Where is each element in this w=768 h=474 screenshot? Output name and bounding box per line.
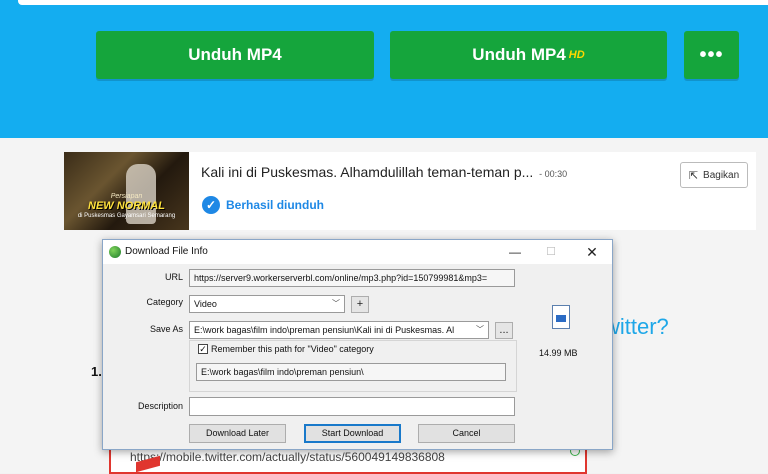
video-result-card: Persiapan NEW NORMAL di Puskesmas Gayams… [64,152,756,230]
check-circle-icon: ✓ [202,196,220,214]
step-number: 1. [91,364,102,379]
cancel-button[interactable]: Cancel [418,424,515,443]
description-field[interactable] [189,397,515,416]
dialog-title: Download File Info [125,246,208,257]
save-as-label: Save As [149,324,183,334]
dialog-title-bar[interactable]: Download File Info — ☐ ✕ [103,240,612,264]
maximize-button[interactable]: ☐ [536,243,566,261]
browse-button[interactable]: ... [495,322,513,339]
thumbnail-caption-3: di Puskesmas Gayamsari Semarang [77,213,176,219]
download-later-button[interactable]: Download Later [189,424,286,443]
download-mp4-button[interactable]: Unduh MP4 [96,31,374,79]
input-bar-edge [18,0,768,5]
share-icon: ⇱ [688,169,699,182]
hd-badge: HD [568,49,585,61]
video-title-text: Kali ini di Puskesmas. Alhamdulillah tem… [201,164,534,180]
download-mp4-hd-button[interactable]: Unduh MP4 HD [390,31,667,79]
category-label: Category [146,297,183,307]
share-button[interactable]: ⇱ Bagikan [680,162,748,188]
idm-globe-icon [109,246,121,258]
minimize-button[interactable]: — [500,243,530,261]
category-select[interactable]: Video ﹀ [189,295,345,313]
remember-path-field: E:\work bagas\film indo\preman pensiun\ [196,363,506,381]
remember-path-label: Remember this path for "Video" category [211,344,374,354]
thumbnail-caption-2: NEW NORMAL [88,200,165,212]
url-label: URL [164,272,183,282]
download-mp4-hd-label: Unduh MP4 [472,45,566,64]
thumbnail-caption-1: Persiapan [110,193,143,200]
save-as-field[interactable]: E:\work bagas\film indo\preman pensiun\K… [189,321,489,339]
download-status: ✓ Berhasil diunduh [202,196,324,214]
chevron-down-icon: ﹀ [332,299,340,308]
share-label: Bagikan [703,169,740,181]
file-size: 14.99 MB [539,348,578,358]
hero-band: Unduh MP4 Unduh MP4 HD ••• [0,0,768,138]
twitter-heading-fragment: witter? [604,314,669,339]
save-as-value: E:\work bagas\film indo\preman pensiun\K… [194,325,455,335]
more-icon: ••• [699,43,724,66]
chevron-down-icon: ﹀ [476,325,484,334]
download-status-text: Berhasil diunduh [226,198,325,212]
start-download-button[interactable]: Start Download [304,424,401,443]
remember-path-checkbox[interactable]: ✓ [198,344,208,354]
download-file-info-dialog: Download File Info — ☐ ✕ URL https://ser… [102,239,613,450]
video-thumbnail[interactable]: Persiapan NEW NORMAL di Puskesmas Gayams… [64,152,189,230]
description-label: Description [137,401,183,411]
example-url-text: https://mobile.twitter.com/actually/stat… [130,450,445,464]
close-button[interactable]: ✕ [577,243,607,261]
download-mp4-label: Unduh MP4 [188,45,282,64]
video-duration: - 00:30 [539,169,568,179]
more-options-button[interactable]: ••• [684,31,739,79]
add-category-button[interactable]: + [351,296,369,313]
video-title: Kali ini di Puskesmas. Alhamdulillah tem… [201,164,567,180]
url-field[interactable]: https://server9.workerserverbl.com/onlin… [189,269,515,287]
category-value: Video [194,299,217,309]
video-file-icon [552,305,570,329]
